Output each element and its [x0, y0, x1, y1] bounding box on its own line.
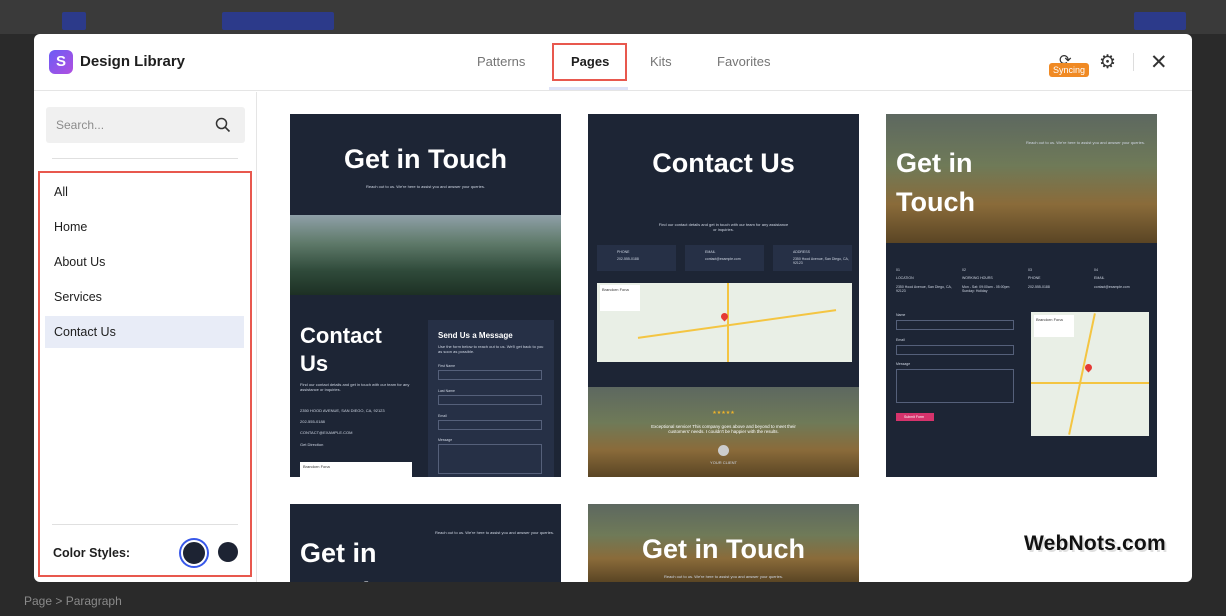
close-icon[interactable]: ✕ [1150, 50, 1168, 75]
card-subtitle: Reach out to us. We're here to assist yo… [435, 530, 554, 535]
first-name-field [438, 370, 542, 380]
contact-text: Find our contact details and get in touc… [300, 382, 410, 392]
card-title: Contact Us [652, 148, 795, 178]
map-thumbnail: Brandorn Fona [1031, 312, 1149, 436]
info-number: 03 [1028, 268, 1032, 272]
email-label: Email [438, 414, 447, 418]
map-thumbnail: Brandorn Fona [300, 462, 412, 477]
client-name: YOUR CLIENT [710, 460, 737, 465]
pages-tab-highlight-box [552, 43, 627, 81]
editor-publish-button [1134, 12, 1186, 30]
editor-toolbar [0, 0, 1226, 34]
editor-breadcrumb: Page > Paragraph [24, 594, 122, 608]
contact-phone: 202-555-0188 [300, 419, 325, 424]
form-title: Send Us a Message [438, 331, 513, 340]
category-contact-us[interactable]: Contact Us [45, 316, 244, 348]
header-divider [1133, 53, 1134, 71]
email-box: EMAIL contact@example.com [685, 245, 764, 271]
last-name-label: Last Name [438, 389, 455, 393]
category-home[interactable]: Home [45, 211, 244, 243]
template-card-contact-us[interactable]: Contact Us Find our contact details and … [588, 114, 859, 477]
form-text: Use the form below to reach out to us. W… [438, 344, 544, 354]
info-number: 01 [896, 268, 900, 272]
color-style-swatch-dark-selected[interactable] [181, 540, 207, 566]
submit-form-button: Submit Form [896, 413, 934, 421]
template-card-get-in-touch-2[interactable]: Get in Touch Reach out to us. We're here… [886, 114, 1157, 477]
card-title: Get in Touch [642, 534, 805, 564]
editor-add-button [62, 12, 86, 30]
email-label: Email [896, 338, 905, 342]
forest-image [290, 215, 561, 295]
message-label: Message [896, 362, 911, 366]
contact-address: 2350 HOOD AVENUE, SAN DIEGO, CA, 92123 [300, 408, 385, 413]
app-logo: S [49, 50, 73, 74]
info-value: 202-555-0188 [1028, 285, 1050, 289]
rating-stars: ★★★★★ [712, 410, 735, 416]
color-style-swatch-dark[interactable] [218, 542, 238, 562]
client-avatar [718, 445, 729, 456]
first-name-label: First Name [438, 364, 456, 368]
last-name-field [438, 395, 542, 405]
search-input[interactable] [56, 107, 206, 143]
card-title: Get in Touch [300, 538, 379, 582]
active-tab-indicator [549, 87, 628, 90]
template-card-get-in-touch-4[interactable]: Get in Touch Reach out to us. We're here… [588, 504, 859, 582]
tab-favorites[interactable]: Favorites [717, 54, 770, 69]
info-label: EMAIL [1094, 276, 1105, 280]
template-card-get-in-touch-3[interactable]: Get in Touch Reach out to us. We're here… [290, 504, 561, 582]
app-title: Design Library [80, 53, 186, 70]
gear-icon[interactable]: ⚙ [1099, 51, 1116, 74]
page-templates-grid: Get in Touch Reach out to us. We're here… [258, 92, 1192, 582]
template-card-get-in-touch-1[interactable]: Get in Touch Reach out to us. We're here… [290, 114, 561, 477]
message-field [896, 369, 1014, 403]
info-label: PHONE [1028, 276, 1041, 280]
contact-title: Contact Us [300, 323, 382, 376]
info-label: WORKING HOURS [962, 276, 993, 280]
sidebar-divider [52, 524, 238, 525]
search-icon[interactable] [215, 117, 231, 133]
sidebar: All Home About Us Services Contact Us Co… [34, 92, 257, 582]
card-subtitle: Find our contact details and get in touc… [658, 222, 789, 232]
syncing-badge: Syncing [1049, 63, 1090, 77]
card-subtitle: Reach out to us. We're here to assist yo… [366, 184, 485, 189]
message-field [438, 444, 542, 474]
message-form-panel: Send Us a Message Use the form below to … [428, 320, 554, 477]
info-value: 2350 Hood Avenue, San Diego, CA, 92123 [896, 285, 952, 293]
sidebar-divider [52, 158, 238, 159]
contact-directions: Get Direction [300, 442, 324, 447]
testimonial-quote: Exceptional service! This company goes a… [651, 424, 796, 434]
card-title: Get in Touch [344, 144, 507, 174]
color-styles-label: Color Styles: [53, 546, 131, 560]
search-box [46, 107, 245, 143]
info-number: 02 [962, 268, 966, 272]
contact-email: CONTACT@EXAMPLE.COM [300, 430, 353, 435]
modal-header: S Design Library Patterns Pages Kits Fav… [34, 34, 1192, 91]
tab-kits[interactable]: Kits [650, 54, 672, 69]
card-title: Get in Touch [896, 148, 975, 217]
editor-design-library-button [222, 12, 334, 30]
category-all[interactable]: All [45, 176, 244, 208]
name-field [896, 320, 1014, 330]
card-subtitle: Reach out to us. We're here to assist yo… [1026, 140, 1145, 145]
email-field [896, 345, 1014, 355]
watermark-logo: WebNots.com [1024, 532, 1166, 555]
design-library-modal: S Design Library Patterns Pages Kits Fav… [34, 34, 1192, 582]
email-field [438, 420, 542, 430]
info-number: 04 [1094, 268, 1098, 272]
address-box: ADDRESS 2350 Hood Avenue, San Diego, CA,… [773, 245, 852, 271]
category-about-us[interactable]: About Us [45, 246, 244, 278]
info-value: Mon - Sat: 09:00am - 05:00pm Sunday: Hol… [962, 285, 1010, 293]
phone-box: PHONE 202-555-0188 [597, 245, 676, 271]
card-subtitle: Reach out to us. We're here to assist yo… [664, 574, 783, 579]
category-services[interactable]: Services [45, 281, 244, 313]
info-label: LOCATION [896, 276, 914, 280]
tab-patterns[interactable]: Patterns [477, 54, 525, 69]
message-label: Message [438, 438, 453, 442]
name-label: Name [896, 313, 906, 317]
info-value: contact@example.com [1094, 285, 1130, 289]
map-thumbnail: Brandorn Fona [597, 283, 852, 362]
